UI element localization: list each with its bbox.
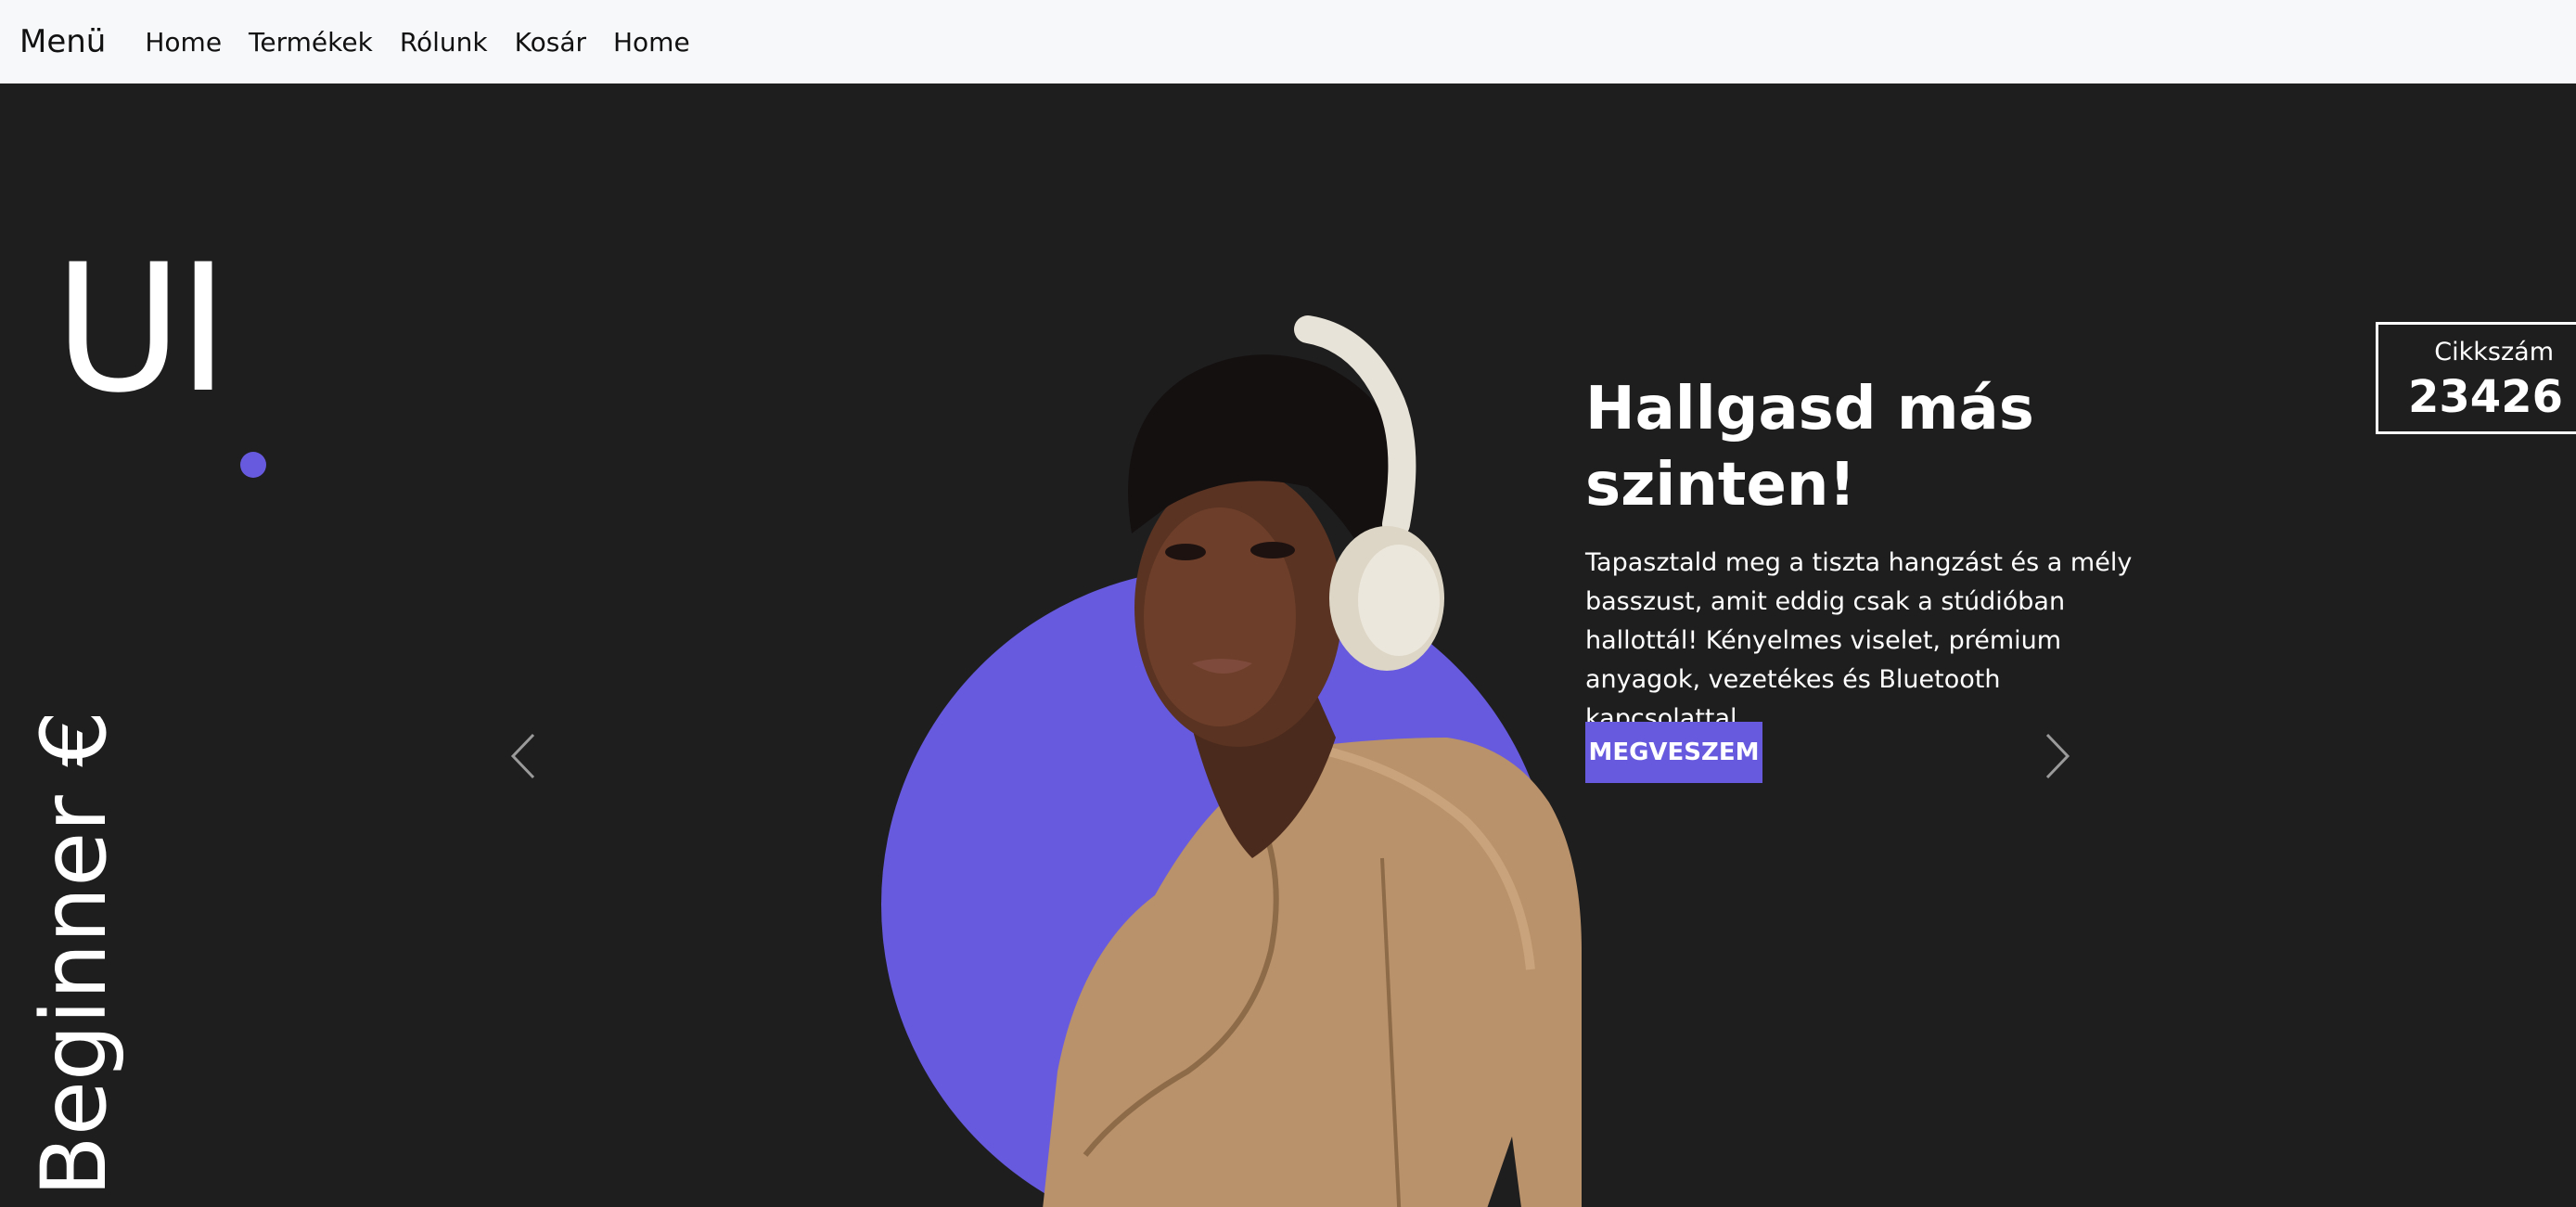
carousel-next-button[interactable] (2034, 724, 2081, 789)
nav-link-about[interactable]: Rólunk (400, 27, 488, 58)
navbar: Menü Home Termékek Rólunk Kosár Home (0, 0, 2576, 83)
nav-link-home-2[interactable]: Home (613, 27, 690, 58)
carousel-prev-button[interactable] (500, 724, 546, 789)
hero-description: Tapasztald meg a tiszta hangzást és a mé… (1585, 548, 2133, 733)
nav-link-products[interactable]: Termékek (249, 27, 373, 58)
chevron-right-icon (2045, 733, 2070, 779)
nav-link-home[interactable]: Home (145, 27, 222, 58)
chevron-left-icon (510, 733, 535, 779)
sku-label: Cikkszám (2434, 337, 2554, 366)
ui-logo: UI (54, 241, 323, 492)
ui-logo-text: UI (54, 226, 229, 431)
buy-button[interactable]: MEGVESZEM (1585, 722, 1762, 783)
sku-value: 23426 (2408, 370, 2563, 423)
sku-box: Cikkszám 23426 (2376, 322, 2576, 434)
hero-headline: Hallgasd más szinten! (1585, 375, 2034, 520)
navbar-brand[interactable]: Menü (19, 23, 106, 60)
ui-logo-dot (240, 452, 266, 478)
hero-text-block: Hallgasd más szinten! Tapasztald meg a t… (1585, 371, 2160, 738)
vertical-price-label: Beginner € (22, 710, 126, 1197)
vertical-label-wrap: Beginner € (19, 677, 130, 1197)
hero-carousel: UI Beginner € Hallgasd más szinten! Tapa… (0, 83, 2576, 1207)
nav-link-cart[interactable]: Kosár (515, 27, 586, 58)
product-image (1030, 302, 1582, 1207)
